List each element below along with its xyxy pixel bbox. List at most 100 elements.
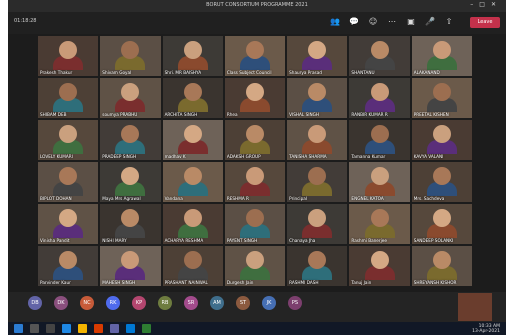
- participant-tile[interactable]: Rhea: [224, 78, 286, 118]
- participant-tile[interactable]: PRASHANT NAINWAL: [162, 246, 223, 286]
- participant-tile[interactable]: LOVELY KUMARI: [38, 120, 99, 160]
- participant-avatar[interactable]: NC: [80, 296, 94, 310]
- participant-name: Durgesh Jain: [226, 280, 254, 285]
- participant-tile[interactable]: SHIBAM DEB: [38, 78, 99, 118]
- participant-face: [308, 40, 327, 59]
- participant-tile[interactable]: madhav K: [162, 120, 223, 160]
- participant-tile[interactable]: Shri. MR BAISHYA: [162, 36, 223, 76]
- participant-tile[interactable]: ARCHITA SINGH: [162, 78, 223, 118]
- participant-name: SANDEEP SOLANKI: [413, 238, 454, 243]
- participant-face: [59, 40, 78, 59]
- participant-name: ADAKSH GROUP: [226, 154, 261, 159]
- maximize-icon[interactable]: □: [479, 1, 491, 8]
- close-icon[interactable]: ✕: [491, 1, 502, 8]
- windows-taskbar: 10:33 AM 13-Apr-2021: [8, 322, 506, 335]
- participant-tile[interactable]: RANBIR KUMAR R: [349, 78, 410, 118]
- participant-avatar[interactable]: PS: [288, 296, 302, 310]
- participant-tile[interactable]: MAHESH SINGH: [100, 246, 161, 286]
- participant-tile[interactable]: PAYENT SINGH: [224, 204, 286, 244]
- task-view-icon[interactable]: [46, 324, 55, 333]
- minimize-icon[interactable]: –: [470, 1, 479, 8]
- mail-icon[interactable]: [126, 324, 135, 333]
- participant-tile[interactable]: Maya Mrs Agrawal: [100, 162, 161, 202]
- participant-avatar[interactable]: AM: [210, 296, 224, 310]
- participant-tile[interactable]: Shivam Goyal: [100, 36, 161, 76]
- share-icon[interactable]: ⇧: [444, 17, 454, 27]
- participant-tile[interactable]: PREETAL KISHEN: [411, 78, 472, 118]
- participant-name: Tamanna Kumar: [351, 154, 386, 159]
- participant-avatar[interactable]: SR: [184, 296, 198, 310]
- participant-tile[interactable]: Tanuj Jain: [349, 246, 410, 286]
- store-icon[interactable]: [142, 324, 151, 333]
- reaction-icon[interactable]: ☺: [368, 17, 378, 27]
- participant-avatar[interactable]: KP: [132, 296, 146, 310]
- participant-tile[interactable]: ENGNEL KATOA: [349, 162, 410, 202]
- window-controls[interactable]: –□✕: [470, 1, 502, 8]
- participant-name: ARCHITA SINGH: [164, 112, 198, 117]
- participant-tile[interactable]: Prakesh Thakur: [38, 36, 99, 76]
- participant-name: Shri. MR BAISHYA: [164, 70, 202, 75]
- leave-button[interactable]: Leave: [470, 17, 500, 28]
- participant-tile[interactable]: Principal: [287, 162, 348, 202]
- participant-name: NISHI MARY: [102, 238, 127, 243]
- participant-avatar[interactable]: ST: [236, 296, 250, 310]
- participant-tile[interactable]: Chanaya Jha: [287, 204, 348, 244]
- participant-face: [245, 82, 264, 101]
- participant-tile[interactable]: Vinisha Pandit: [38, 204, 99, 244]
- participant-tile[interactable]: RASHMI DASH: [287, 246, 348, 286]
- participant-face: [59, 166, 78, 185]
- participant-name: TANISHA SHARMA: [289, 154, 327, 159]
- participant-avatar[interactable]: RB: [158, 296, 172, 310]
- office-icon[interactable]: [94, 324, 103, 333]
- participant-tile[interactable]: ALAKANAND: [411, 36, 472, 76]
- participant-name: PRADEEP SINGH: [102, 154, 137, 159]
- participant-tile[interactable]: SHANTANU: [349, 36, 410, 76]
- participant-tile[interactable]: Tamanna Kumar: [349, 120, 410, 160]
- participant-tile[interactable]: SHREYANSH KISHOR: [411, 246, 472, 286]
- participant-tile[interactable]: soumya PRABHU: [100, 78, 161, 118]
- start-icon[interactable]: [14, 324, 23, 333]
- participant-name: Vinisha Pandit: [40, 238, 70, 243]
- participant-tile[interactable]: VISHAL SINGH: [287, 78, 348, 118]
- participant-tile[interactable]: NISHI MARY: [100, 204, 161, 244]
- participant-tile[interactable]: RESHMA R: [224, 162, 286, 202]
- participant-name: VISHAL SINGH: [289, 112, 319, 117]
- participant-name: Rashmi Banerjee: [351, 238, 387, 243]
- search-icon[interactable]: [30, 324, 39, 333]
- participant-tile[interactable]: Parvinder Kaur: [38, 246, 99, 286]
- participant-tile[interactable]: Vandana: [162, 162, 223, 202]
- participant-tile[interactable]: Mrs. Sachdeva: [411, 162, 472, 202]
- participant-avatar[interactable]: RK: [106, 296, 120, 310]
- participant-tile[interactable]: BIPLOT DOHAN: [38, 162, 99, 202]
- participant-face: [370, 250, 389, 269]
- folder-icon[interactable]: [78, 324, 87, 333]
- participant-face: [245, 124, 264, 143]
- more-icon[interactable]: ⋯: [387, 17, 397, 27]
- title-bar: BORUT CONSORTIUM PROGRAMME 2021 –□✕: [8, 0, 506, 12]
- participant-tile[interactable]: ACHARYA RESHMA: [162, 204, 223, 244]
- teams-icon[interactable]: [110, 324, 119, 333]
- mic-icon[interactable]: 🎤: [425, 17, 435, 27]
- camera-icon[interactable]: ▣: [406, 17, 416, 27]
- participant-tile[interactable]: SANDEEP SOLANKI: [411, 204, 472, 244]
- participant-name: ACHARYA RESHMA: [164, 238, 204, 243]
- participant-name: KAVYA VALANI: [413, 154, 444, 159]
- participant-tile[interactable]: Class Subject Council: [224, 36, 286, 76]
- participant-name: ALAKANAND: [413, 70, 440, 75]
- participant-avatar[interactable]: DK: [54, 296, 68, 310]
- participant-tile[interactable]: Rashmi Banerjee: [349, 204, 410, 244]
- participant-tile[interactable]: PRADEEP SINGH: [100, 120, 161, 160]
- participant-avatar[interactable]: JK: [262, 296, 276, 310]
- participants-icon[interactable]: 👥: [330, 17, 340, 27]
- chat-icon[interactable]: 💬: [349, 17, 359, 27]
- participant-tile[interactable]: KAVYA VALANI: [411, 120, 472, 160]
- participant-name: SHIBAM DEB: [40, 112, 67, 117]
- participant-tile[interactable]: ADAKSH GROUP: [224, 120, 286, 160]
- participant-avatar[interactable]: DB: [28, 296, 42, 310]
- participant-tile[interactable]: TANISHA SHARMA: [287, 120, 348, 160]
- participant-tile[interactable]: Shaurya Prasad: [287, 36, 348, 76]
- edge-icon[interactable]: [62, 324, 71, 333]
- participant-tile[interactable]: Durgesh Jain: [224, 246, 286, 286]
- participant-face: [245, 208, 264, 227]
- participant-name: SHREYANSH KISHOR: [413, 280, 457, 285]
